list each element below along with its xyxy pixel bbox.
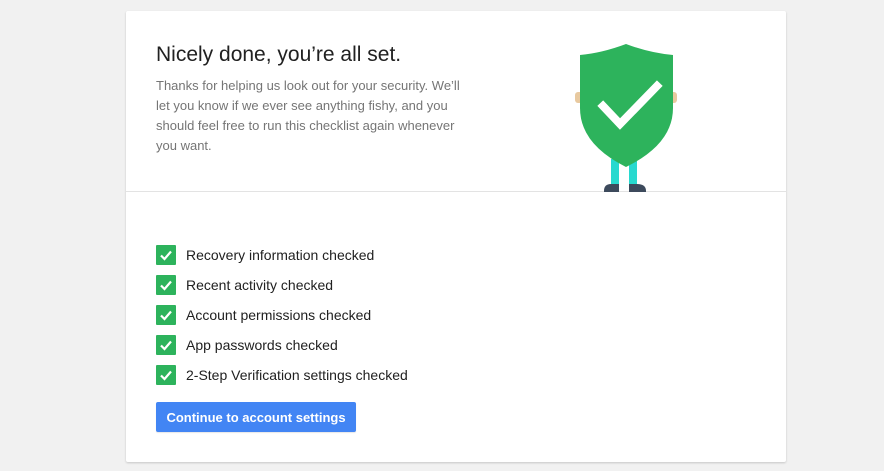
checkmark-icon <box>156 305 176 325</box>
checklist: Recovery information checked Recent acti… <box>156 240 408 390</box>
summary-description: Thanks for helping us look out for your … <box>156 78 460 153</box>
checklist-item-label: App passwords checked <box>186 337 338 353</box>
illustration-shield <box>580 44 673 167</box>
checklist-item-label: Account permissions checked <box>186 307 372 323</box>
continue-button[interactable]: Continue to account settings <box>156 402 356 432</box>
summary-section: Nicely done, you’re all set. Thanks for … <box>126 11 786 192</box>
checklist-item-label: Recent activity checked <box>186 277 334 293</box>
page-title: Nicely done, you’re all set. <box>156 43 402 66</box>
checkmark-icon <box>156 365 176 385</box>
security-checkup-card: Nicely done, you’re all set. Thanks for … <box>126 11 786 462</box>
illustration-shoe-left <box>604 184 619 192</box>
checkmark-icon <box>156 275 176 295</box>
illustration-shoe-right <box>629 184 646 192</box>
checkmark-icon <box>156 245 176 265</box>
checklist-item-recovery: Recovery information checked <box>156 240 408 270</box>
checklist-item-label: 2-Step Verification settings checked <box>186 367 408 383</box>
checklist-item-app-passwords: App passwords checked <box>156 330 408 360</box>
illustration-leg-left <box>611 159 619 187</box>
shield-check-icon <box>575 44 677 192</box>
checkmark-icon <box>156 335 176 355</box>
checklist-item-activity: Recent activity checked <box>156 270 408 300</box>
checklist-item-label: Recovery information checked <box>186 247 375 263</box>
checklist-item-permissions: Account permissions checked <box>156 300 408 330</box>
checklist-item-2-step: 2-Step Verification settings checked <box>156 360 408 390</box>
